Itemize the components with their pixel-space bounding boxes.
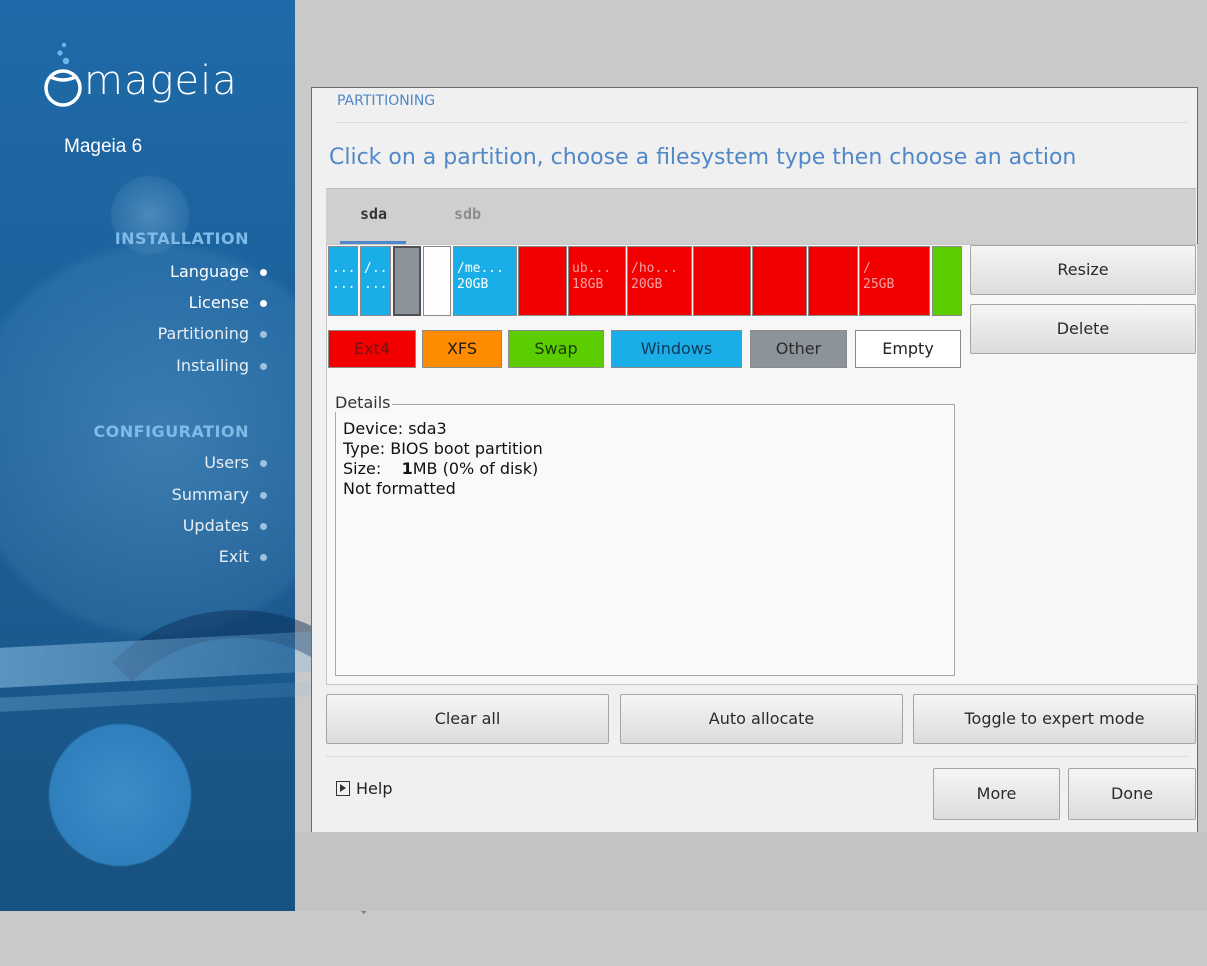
partition-ext4[interactable] [808, 246, 858, 316]
partition-mount: / [863, 261, 871, 276]
step-label: License [188, 293, 249, 312]
step-label: Updates [182, 516, 249, 535]
product-name: Mageia 6 [64, 136, 143, 157]
partition-size: 25GB [863, 277, 895, 292]
size-suffix: MB (0% of disk) [412, 459, 539, 478]
sidebar: mageia Mageia 6 INSTALLATION Language Li… [0, 0, 416, 966]
step-label: Language [170, 262, 249, 281]
step-pending-icon [260, 363, 267, 370]
step-language: Language [170, 262, 267, 281]
step-pending-icon [260, 554, 267, 561]
details-size: Size: 1MB (0% of disk) [343, 459, 543, 479]
size-value: 1 [401, 459, 413, 478]
section-installation: INSTALLATION [114, 229, 249, 248]
partition-size: 20GB [631, 277, 663, 292]
legend-empty[interactable]: Empty [855, 330, 961, 368]
tab-sdb[interactable]: sdb [454, 205, 481, 223]
details-device: Device: sda3 [343, 419, 447, 438]
step-done-icon [260, 300, 267, 307]
clear-all-button[interactable]: Clear all [326, 694, 609, 744]
auto-allocate-button[interactable]: Auto allocate [620, 694, 903, 744]
bottom-strip [295, 832, 1207, 911]
delete-button[interactable]: Delete [970, 304, 1196, 354]
partition-ext4[interactable]: ub... 18GB [568, 246, 626, 316]
legend-xfs[interactable]: XFS [422, 330, 502, 368]
legend-other[interactable]: Other [750, 330, 847, 368]
expander-arrow-icon [336, 781, 350, 796]
partition-panel: ....../....../me...20GBub...18GB/ho...20… [326, 244, 1198, 685]
partition-size: ... [332, 277, 356, 292]
help-label: Help [356, 779, 393, 798]
tab-sda[interactable]: sda [360, 205, 387, 223]
step-done-icon [260, 269, 267, 276]
partition-windows[interactable]: ...... [328, 246, 358, 316]
divider [326, 756, 1187, 757]
step-summary: Summary [171, 485, 267, 504]
partition-ext4[interactable] [752, 246, 807, 316]
step-label: Users [204, 453, 249, 472]
disk-tabs: sda sdb [326, 188, 1196, 245]
step-exit: Exit [218, 547, 267, 566]
partition-ext4[interactable] [518, 246, 567, 316]
step-partitioning: Partitioning [157, 324, 267, 343]
step-label: Partitioning [157, 324, 249, 343]
partition-mount: /ho... [631, 261, 678, 276]
partition-size: 20GB [457, 277, 489, 292]
partition-windows[interactable]: /me... 20GB [453, 246, 517, 316]
logo-text: mageia [84, 58, 238, 104]
legend-ext4[interactable]: Ext4 [328, 330, 416, 368]
divider [337, 122, 1187, 123]
done-button[interactable]: Done [1068, 768, 1196, 820]
partitioning-dialog: PARTITIONING Click on a partition, choos… [311, 87, 1198, 834]
section-label: PARTITIONING [337, 93, 436, 109]
partition-mount: ... [332, 261, 356, 276]
partition-size: ... [364, 277, 388, 292]
step-label: Installing [176, 356, 249, 375]
step-current-icon [260, 331, 267, 338]
step-installing: Installing [176, 356, 267, 375]
step-updates: Updates [182, 516, 267, 535]
legend-windows[interactable]: Windows [611, 330, 742, 368]
partition-ext4[interactable]: /25GB [859, 246, 930, 316]
step-pending-icon [260, 492, 267, 499]
step-license: License [188, 293, 267, 312]
step-users: Users [204, 453, 267, 472]
details-title: Details [333, 393, 393, 412]
step-pending-icon [260, 523, 267, 530]
partition-windows[interactable]: /...... [360, 246, 391, 316]
partition-ext4[interactable]: /ho... 20GB [627, 246, 692, 316]
legend-swap[interactable]: Swap [508, 330, 604, 368]
page-title: Click on a partition, choose a filesyste… [329, 145, 1077, 170]
step-pending-icon [260, 460, 267, 467]
partition-swap[interactable] [932, 246, 962, 316]
step-label: Summary [171, 485, 249, 504]
partition-mount: /me... [457, 261, 504, 276]
help-link[interactable]: Help [336, 779, 392, 798]
size-prefix: Size: [343, 459, 387, 478]
step-label: Exit [218, 547, 249, 566]
partition-ext4[interactable] [693, 246, 751, 316]
partition-other[interactable] [393, 246, 421, 316]
partition-size: 18GB [572, 277, 604, 292]
details-formatted: Not formatted [343, 479, 456, 498]
details-text: Device: sda3 Type: BIOS boot partition S… [343, 419, 543, 499]
partition-empty[interactable] [423, 246, 451, 316]
toggle-expert-mode-button[interactable]: Toggle to expert mode [913, 694, 1196, 744]
details-type: Type: BIOS boot partition [343, 439, 543, 458]
section-configuration: CONFIGURATION [93, 422, 249, 441]
resize-button[interactable]: Resize [970, 245, 1196, 295]
partition-mount: ub... [572, 261, 612, 276]
more-button[interactable]: More [933, 768, 1060, 820]
partition-mount: /... [364, 261, 390, 276]
